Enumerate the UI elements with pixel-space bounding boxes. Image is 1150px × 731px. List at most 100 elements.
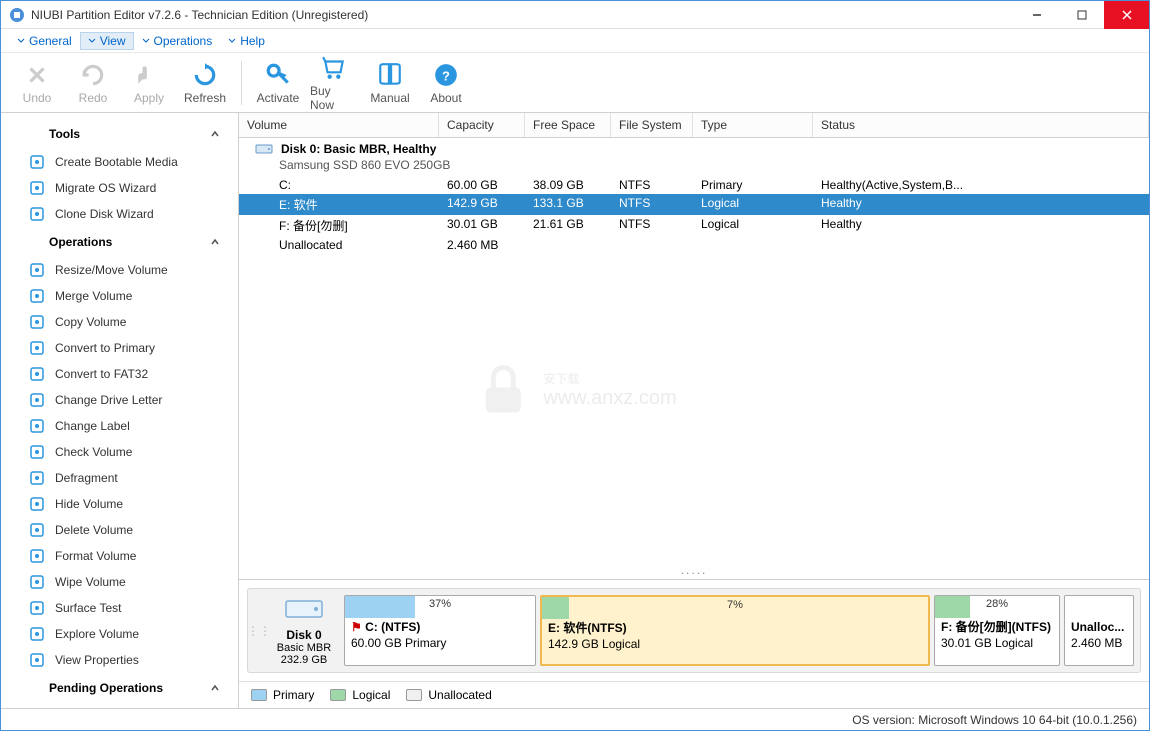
sidebar-item[interactable]: Surface Test [1, 595, 238, 621]
manual-button[interactable]: Manual [366, 61, 414, 105]
disk-info[interactable]: Disk 0 Basic MBR 232.9 GB [268, 595, 340, 666]
svg-text:?: ? [442, 68, 450, 83]
grip-handle-icon[interactable]: ⋮⋮ [254, 595, 264, 666]
sidebar: Tools Create Bootable MediaMigrate OS Wi… [1, 113, 239, 708]
table-row[interactable]: F: 备份[勿删]30.01 GB21.61 GBNTFSLogicalHeal… [239, 215, 1149, 236]
disk-icon [255, 142, 273, 156]
partition-box[interactable]: Unalloc...2.460 MB [1064, 595, 1134, 666]
explore-icon [29, 626, 45, 642]
sidebar-item[interactable]: Change Drive Letter [1, 387, 238, 413]
wipe-icon [29, 574, 45, 590]
legend: Primary Logical Unallocated [239, 681, 1149, 708]
col-type[interactable]: Type [693, 113, 813, 137]
defrag-icon [29, 470, 45, 486]
sidebar-item[interactable]: Explore Volume [1, 621, 238, 647]
disk-map-panel: ⋮⋮ Disk 0 Basic MBR 232.9 GB 37%⚑ C: (NT… [239, 579, 1149, 681]
sidebar-item[interactable]: View Properties [1, 647, 238, 673]
about-button[interactable]: ?About [422, 61, 470, 105]
minimize-button[interactable] [1014, 1, 1059, 29]
chevron-down-icon [88, 37, 96, 45]
table-row[interactable]: C:60.00 GB38.09 GBNTFSPrimaryHealthy(Act… [239, 176, 1149, 194]
refresh-button[interactable]: Refresh [181, 61, 229, 105]
chevron-up-icon [210, 129, 220, 139]
sidebar-header-operations[interactable]: Operations [1, 227, 238, 257]
table-header: Volume Capacity Free Space File System T… [239, 113, 1149, 138]
legend-primary: Primary [251, 688, 314, 702]
content-area: Volume Capacity Free Space File System T… [239, 113, 1149, 708]
partition-box[interactable]: 28%F: 备份[勿删](NTFS)30.01 GB Logical [934, 595, 1060, 666]
menu-general[interactable]: General [9, 32, 80, 50]
surface-icon [29, 600, 45, 616]
apply-button[interactable]: Apply [125, 61, 173, 105]
buynow-button[interactable]: Buy Now [310, 54, 358, 112]
partition-box[interactable]: 37%⚑ C: (NTFS)60.00 GB Primary [344, 595, 536, 666]
toolbar: Undo Redo Apply Refresh Activate Buy Now… [1, 53, 1149, 113]
col-filesystem[interactable]: File System [611, 113, 693, 137]
resize-icon [29, 262, 45, 278]
sidebar-item[interactable]: Migrate OS Wizard [1, 175, 238, 201]
sidebar-header-tools[interactable]: Tools [1, 119, 238, 149]
chevron-up-icon [210, 683, 220, 693]
undo-button[interactable]: Undo [13, 61, 61, 105]
migrate-icon [29, 180, 45, 196]
sidebar-item[interactable]: Wipe Volume [1, 569, 238, 595]
sidebar-item[interactable]: Change Label [1, 413, 238, 439]
sidebar-item[interactable]: Clone Disk Wizard [1, 201, 238, 227]
col-capacity[interactable]: Capacity [439, 113, 525, 137]
convert-icon [29, 366, 45, 382]
redo-button[interactable]: Redo [69, 61, 117, 105]
titlebar: NIUBI Partition Editor v7.2.6 - Technici… [1, 1, 1149, 29]
format-icon [29, 548, 45, 564]
legend-logical: Logical [330, 688, 390, 702]
close-button[interactable] [1104, 1, 1149, 29]
merge-icon [29, 288, 45, 304]
hide-icon [29, 496, 45, 512]
col-volume[interactable]: Volume [239, 113, 439, 137]
volume-table: Volume Capacity Free Space File System T… [239, 113, 1149, 561]
activate-button[interactable]: Activate [254, 61, 302, 105]
sidebar-item[interactable]: Resize/Move Volume [1, 257, 238, 283]
chevron-down-icon [228, 37, 236, 45]
app-icon [9, 7, 25, 23]
check-icon [29, 444, 45, 460]
sidebar-item[interactable]: Check Volume [1, 439, 238, 465]
separator-dots: ..... [239, 561, 1149, 579]
col-free[interactable]: Free Space [525, 113, 611, 137]
statusbar: OS version: Microsoft Windows 10 64-bit … [1, 708, 1149, 730]
table-row[interactable]: E: 软件142.9 GB133.1 GBNTFSLogicalHealthy [239, 194, 1149, 215]
copy-icon [29, 314, 45, 330]
chevron-down-icon [17, 37, 25, 45]
sidebar-item[interactable]: Merge Volume [1, 283, 238, 309]
disk-icon [284, 595, 324, 623]
menubar: General View Operations Help [1, 29, 1149, 53]
partition-box[interactable]: 7%E: 软件(NTFS)142.9 GB Logical [540, 595, 930, 666]
sidebar-item[interactable]: Defragment [1, 465, 238, 491]
disk-header[interactable]: Disk 0: Basic MBR, Healthy [239, 138, 1149, 160]
delete-icon [29, 522, 45, 538]
sidebar-item[interactable]: Hide Volume [1, 491, 238, 517]
letter-icon [29, 392, 45, 408]
sidebar-item[interactable]: Convert to Primary [1, 335, 238, 361]
sidebar-item[interactable]: Convert to FAT32 [1, 361, 238, 387]
clone-icon [29, 206, 45, 222]
col-status[interactable]: Status [813, 113, 1149, 137]
window-title: NIUBI Partition Editor v7.2.6 - Technici… [31, 8, 1014, 22]
convert-icon [29, 340, 45, 356]
sidebar-item[interactable]: Copy Volume [1, 309, 238, 335]
toolbar-separator [241, 61, 242, 105]
menu-view[interactable]: View [80, 32, 134, 50]
menu-operations[interactable]: Operations [134, 32, 221, 50]
label-icon [29, 418, 45, 434]
disk-subtitle: Samsung SSD 860 EVO 250GB [239, 158, 1149, 172]
props-icon [29, 652, 45, 668]
table-row[interactable]: Unallocated2.460 MB [239, 236, 1149, 254]
menu-help[interactable]: Help [220, 32, 273, 50]
sidebar-header-pending[interactable]: Pending Operations [1, 673, 238, 703]
chevron-up-icon [210, 237, 220, 247]
sidebar-item[interactable]: Delete Volume [1, 517, 238, 543]
legend-unallocated: Unallocated [406, 688, 491, 702]
maximize-button[interactable] [1059, 1, 1104, 29]
sidebar-item[interactable]: Format Volume [1, 543, 238, 569]
chevron-down-icon [142, 37, 150, 45]
sidebar-item[interactable]: Create Bootable Media [1, 149, 238, 175]
